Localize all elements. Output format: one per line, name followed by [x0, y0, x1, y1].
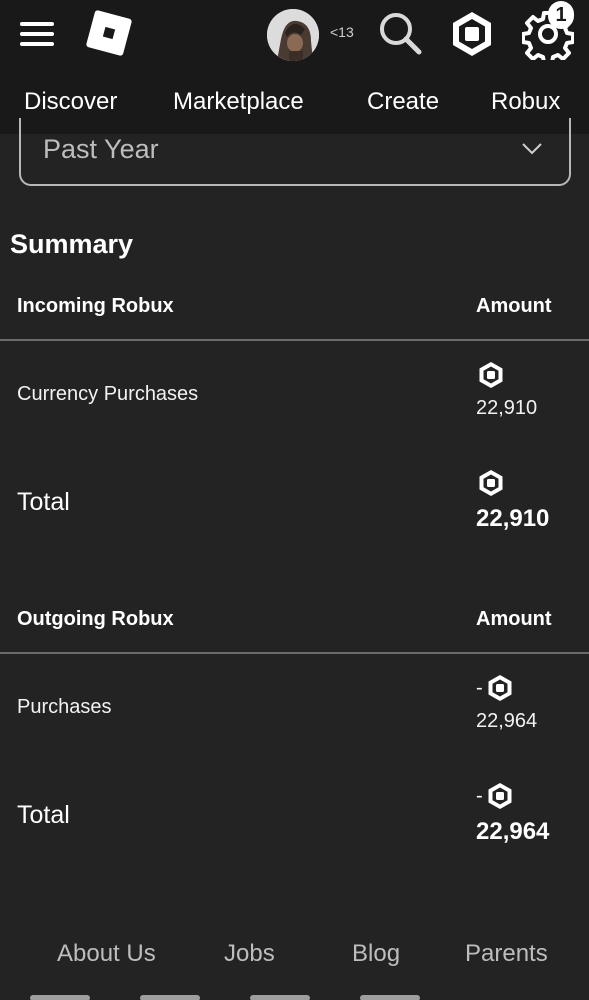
nav-robux[interactable]: Robux — [491, 88, 560, 116]
incoming-amount-header: Amount — [476, 295, 552, 317]
nav-create[interactable]: Create — [367, 88, 439, 116]
top-header: <13 1 — [0, 0, 589, 68]
outgoing-header: Outgoing Robux Amount — [0, 608, 589, 658]
robux-icon — [479, 362, 503, 388]
outgoing-total-value: 22,964 — [476, 818, 550, 845]
incoming-total-label: Total — [17, 488, 70, 516]
robux-icon — [479, 470, 503, 496]
age-badge: <13 — [330, 24, 354, 40]
roblox-logo-icon[interactable] — [84, 8, 134, 58]
footer-jobs[interactable]: Jobs — [224, 940, 275, 968]
outgoing-total-amount: - 22,964 — [476, 780, 549, 846]
incoming-header-label: Incoming Robux — [17, 295, 174, 317]
period-select-value: Past Year — [43, 134, 159, 164]
footer-blog[interactable]: Blog — [352, 940, 400, 968]
incoming-header: Incoming Robux Amount — [0, 295, 589, 345]
minus-sign: - — [476, 676, 483, 699]
notification-badge: 1 — [548, 1, 574, 29]
incoming-total-value: 22,910 — [476, 505, 550, 532]
incoming-total-amount: 22,910 — [476, 467, 549, 533]
purchases-value: 22,964 — [476, 710, 538, 732]
currency-purchases-amount: 22,910 — [476, 359, 537, 420]
chevron-down-icon — [522, 143, 542, 155]
search-icon[interactable] — [377, 10, 423, 56]
robux-icon — [488, 783, 512, 809]
period-select[interactable]: Past Year — [19, 118, 571, 186]
minus-sign: - — [476, 784, 483, 807]
hamburger-menu-icon[interactable] — [20, 22, 54, 46]
summary-title: Summary — [10, 229, 134, 259]
outgoing-total-label: Total — [17, 801, 70, 829]
outgoing-amount-header: Amount — [476, 608, 552, 630]
footer-links-cutoff — [30, 988, 570, 1000]
purchases-label: Purchases — [17, 696, 112, 718]
currency-purchases-label: Currency Purchases — [17, 383, 199, 405]
outgoing-header-label: Outgoing Robux — [17, 608, 174, 630]
robux-icon[interactable] — [447, 9, 497, 59]
currency-purchases-value: 22,910 — [476, 397, 538, 419]
footer-about-us[interactable]: About Us — [57, 940, 156, 968]
divider — [0, 652, 589, 654]
avatar[interactable] — [267, 9, 319, 61]
purchases-amount: - 22,964 — [476, 672, 537, 733]
nav-marketplace[interactable]: Marketplace — [173, 88, 304, 116]
footer-parents[interactable]: Parents — [465, 940, 548, 968]
divider — [0, 339, 589, 341]
nav-discover[interactable]: Discover — [24, 88, 117, 116]
robux-icon — [488, 675, 512, 701]
